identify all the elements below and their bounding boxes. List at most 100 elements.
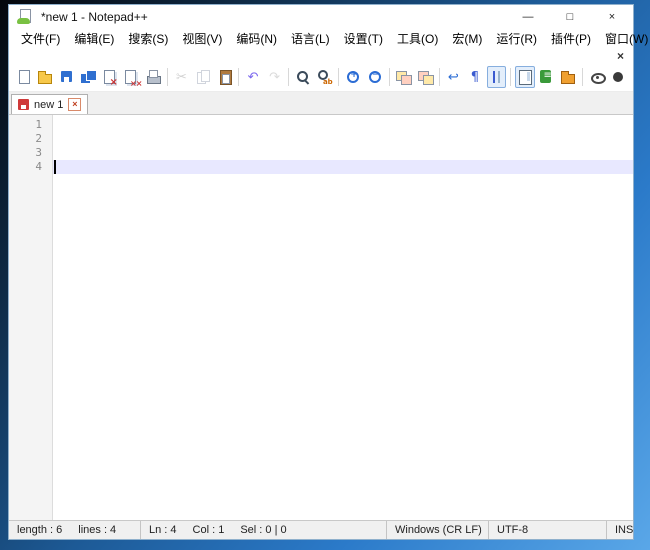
notepadpp-logo-icon xyxy=(17,9,32,24)
line-number: 3 xyxy=(35,146,42,159)
title-bar[interactable]: *new 1 - Notepad++ — □ × xyxy=(9,5,633,28)
menu-item-4[interactable]: 编码(N) xyxy=(229,28,284,49)
print-icon xyxy=(145,69,161,85)
minimize-button[interactable]: — xyxy=(507,5,549,28)
close-file-button[interactable] xyxy=(100,66,120,88)
menu-item-5[interactable]: 语言(L) xyxy=(284,28,337,49)
status-encoding: UTF-8 xyxy=(489,521,607,539)
menu-item-3[interactable]: 视图(V) xyxy=(175,28,229,49)
tab-close-icon[interactable]: × xyxy=(68,98,82,111)
window-title: *new 1 - Notepad++ xyxy=(41,9,148,24)
tab-bar[interactable]: new 1 × xyxy=(9,92,633,115)
menu-item-1[interactable]: 编辑(E) xyxy=(67,28,121,49)
status-text: UTF-8 xyxy=(497,524,529,536)
menu-item-11[interactable]: 窗口(W) xyxy=(598,28,650,49)
function-list-icon xyxy=(538,69,554,85)
line-number: 2 xyxy=(35,132,42,145)
save-file-icon xyxy=(59,69,75,85)
open-file-button[interactable] xyxy=(36,66,56,88)
menu-toolbar-strip: × xyxy=(9,49,633,63)
function-list-button[interactable] xyxy=(537,66,557,88)
paste-button[interactable] xyxy=(215,66,235,88)
status-insert-mode: INS xyxy=(607,521,633,539)
zoom-out-button[interactable] xyxy=(365,66,385,88)
status-text: Col : 1 xyxy=(192,524,225,536)
sync-horizontal-scrolling-button[interactable] xyxy=(415,66,435,88)
close-all-files-icon xyxy=(123,69,141,88)
copy-button[interactable] xyxy=(193,66,213,88)
tab-new-1[interactable]: new 1 × xyxy=(11,94,89,114)
text-edit-surface[interactable] xyxy=(53,115,633,520)
monitoring-icon xyxy=(589,69,606,85)
unsaved-indicator-icon xyxy=(18,99,29,110)
menu-bar: 文件(F) 编辑(E) 搜索(S) 视图(V) 编码(N) 语言(L) 设置(T) 工具(O)… xyxy=(9,28,648,49)
close-all-files-button[interactable] xyxy=(122,66,141,88)
toolbar-separator xyxy=(581,68,583,86)
current-line-highlight xyxy=(53,160,633,174)
status-text: lines : 4 xyxy=(78,524,117,536)
status-cursor-position: Ln : 4 Col : 1 Sel : 0 | 0 xyxy=(141,521,387,539)
find-button[interactable] xyxy=(293,66,313,88)
monitoring-button[interactable] xyxy=(587,66,607,88)
word-wrap-icon: ↩ xyxy=(447,69,459,85)
menu-item-6[interactable]: 设置(T) xyxy=(337,28,390,49)
undo-icon: ↶ xyxy=(247,69,259,85)
folder-as-workspace-button[interactable] xyxy=(558,66,578,88)
status-text: Ln : 4 xyxy=(149,524,177,536)
new-file-button[interactable] xyxy=(14,66,34,88)
document-map-icon xyxy=(517,69,533,85)
menu-item-0[interactable]: 文件(F) xyxy=(14,28,67,49)
show-all-characters-icon: ¶ xyxy=(470,69,479,85)
document-map-button[interactable] xyxy=(515,66,535,88)
undo-button[interactable]: ↶ xyxy=(243,66,263,88)
status-text: Sel : 0 | 0 xyxy=(240,524,287,536)
find-icon xyxy=(295,69,311,85)
word-wrap-button[interactable]: ↩ xyxy=(444,66,464,88)
print-button[interactable] xyxy=(143,66,163,88)
replace-icon xyxy=(317,69,333,86)
status-bar: length : 6 lines : 4 Ln : 4 Col : 1 Sel : 0 … xyxy=(9,520,633,539)
save-all-icon xyxy=(80,69,98,85)
macro-record-icon xyxy=(610,69,626,85)
show-all-characters-button[interactable]: ¶ xyxy=(465,66,485,88)
save-all-button[interactable] xyxy=(79,66,99,88)
toolbar: ✂ ↶ ↷ ↩ ¶ xyxy=(9,63,633,92)
window-controls: — □ × xyxy=(507,5,633,28)
save-file-button[interactable] xyxy=(57,66,77,88)
zoom-in-icon xyxy=(345,69,361,85)
line-number: 1 xyxy=(35,118,42,131)
status-text: length : 6 xyxy=(17,524,63,536)
toolbar-separator xyxy=(288,68,290,86)
close-button[interactable]: × xyxy=(591,5,633,28)
toolbar-separator xyxy=(238,68,240,86)
folder-as-workspace-icon xyxy=(560,69,576,85)
indent-guide-button[interactable] xyxy=(486,66,507,88)
maximize-button[interactable]: □ xyxy=(549,5,591,28)
macro-record-button[interactable] xyxy=(608,66,628,88)
menu-item-2[interactable]: 搜索(S) xyxy=(121,28,175,49)
menu-item-8[interactable]: 宏(M) xyxy=(445,28,489,49)
menu-item-9[interactable]: 运行(R) xyxy=(489,28,544,49)
sync-vertical-scrolling-button[interactable] xyxy=(394,66,414,88)
status-eol-format: Windows (CR LF) xyxy=(387,521,489,539)
redo-button[interactable]: ↷ xyxy=(265,66,285,88)
document-close-icon[interactable]: × xyxy=(617,49,624,63)
menu-item-10[interactable]: 插件(P) xyxy=(544,28,598,49)
zoom-in-button[interactable] xyxy=(343,66,363,88)
toolbar-separator xyxy=(388,68,390,86)
status-text: Windows (CR LF) xyxy=(395,524,482,536)
text-caret xyxy=(54,160,56,174)
paste-icon xyxy=(217,69,233,85)
copy-icon xyxy=(195,69,211,85)
editor-area: 1234 xyxy=(9,115,633,520)
status-text: INS xyxy=(615,524,633,536)
cut-button[interactable]: ✂ xyxy=(172,66,192,88)
toolbar-separator xyxy=(338,68,340,86)
menu-item-7[interactable]: 工具(O) xyxy=(390,28,445,49)
line-number-gutter: 1234 xyxy=(9,115,53,520)
open-file-icon xyxy=(37,69,53,85)
replace-button[interactable] xyxy=(315,66,335,88)
new-file-icon xyxy=(16,69,32,85)
zoom-out-icon xyxy=(367,69,383,85)
sync-vertical-scrolling-icon xyxy=(395,69,413,85)
